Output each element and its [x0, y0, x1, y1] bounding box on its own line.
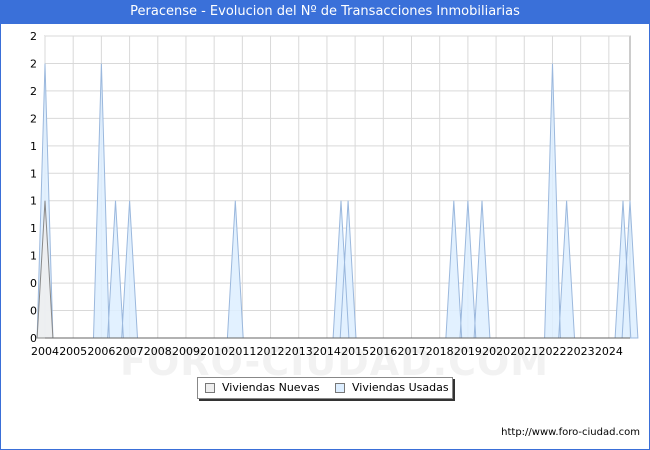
- x-tick-label: 2018: [426, 345, 454, 358]
- footer-url: http://www.foro-ciudad.com: [501, 427, 640, 438]
- x-tick-label: 2007: [116, 345, 144, 358]
- y-tick-label: 2: [30, 85, 37, 98]
- x-tick-label: 2022: [538, 345, 566, 358]
- legend: Viviendas Nuevas Viviendas Usadas: [197, 377, 453, 399]
- legend-swatch-usadas: [335, 383, 345, 393]
- y-tick-label: 1: [30, 222, 37, 235]
- y-tick-label: 1: [30, 195, 37, 208]
- y-tick-label: 1: [30, 167, 37, 180]
- y-axis: 0 0 0 1 1 1 1 1 2 2 2 2: [30, 30, 37, 345]
- y-tick-label: 2: [30, 30, 37, 43]
- x-axis: 2004 2005 2006 2007 2008 2009 2010 2011 2012 2013…: [31, 345, 623, 358]
- x-tick-label: 2020: [482, 345, 510, 358]
- legend-label-usadas: Viviendas Usadas: [352, 381, 449, 394]
- x-tick-label: 2008: [144, 345, 172, 358]
- y-tick-label: 0: [30, 277, 37, 290]
- x-tick-label: 2019: [454, 345, 482, 358]
- x-tick-label: 2006: [87, 345, 115, 358]
- legend-item-nuevas: Viviendas Nuevas: [205, 381, 320, 395]
- x-tick-label: 2011: [228, 345, 256, 358]
- x-tick-label: 2013: [285, 345, 313, 358]
- x-tick-label: 2005: [59, 345, 87, 358]
- x-tick-label: 2015: [341, 345, 369, 358]
- legend-item-usadas: Viviendas Usadas: [335, 381, 449, 395]
- legend-swatch-nuevas: [205, 383, 215, 393]
- x-tick-label: 2016: [369, 345, 397, 358]
- x-tick-label: 2014: [313, 345, 341, 358]
- x-tick-label: 2004: [31, 345, 59, 358]
- x-tick-label: 2021: [510, 345, 538, 358]
- y-tick-label: 0: [30, 305, 37, 318]
- x-tick-label: 2023: [567, 345, 595, 358]
- y-tick-label: 2: [30, 57, 37, 70]
- y-tick-label: 1: [30, 250, 37, 263]
- x-tick-label: 2024: [595, 345, 623, 358]
- y-tick-label: 2: [30, 112, 37, 125]
- y-tick-label: 1: [30, 140, 37, 153]
- y-tick-label: 0: [30, 332, 37, 345]
- x-tick-label: 2010: [200, 345, 228, 358]
- x-tick-label: 2012: [257, 345, 285, 358]
- legend-label-nuevas: Viviendas Nuevas: [222, 381, 320, 394]
- x-tick-label: 2017: [398, 345, 426, 358]
- x-tick-label: 2009: [172, 345, 200, 358]
